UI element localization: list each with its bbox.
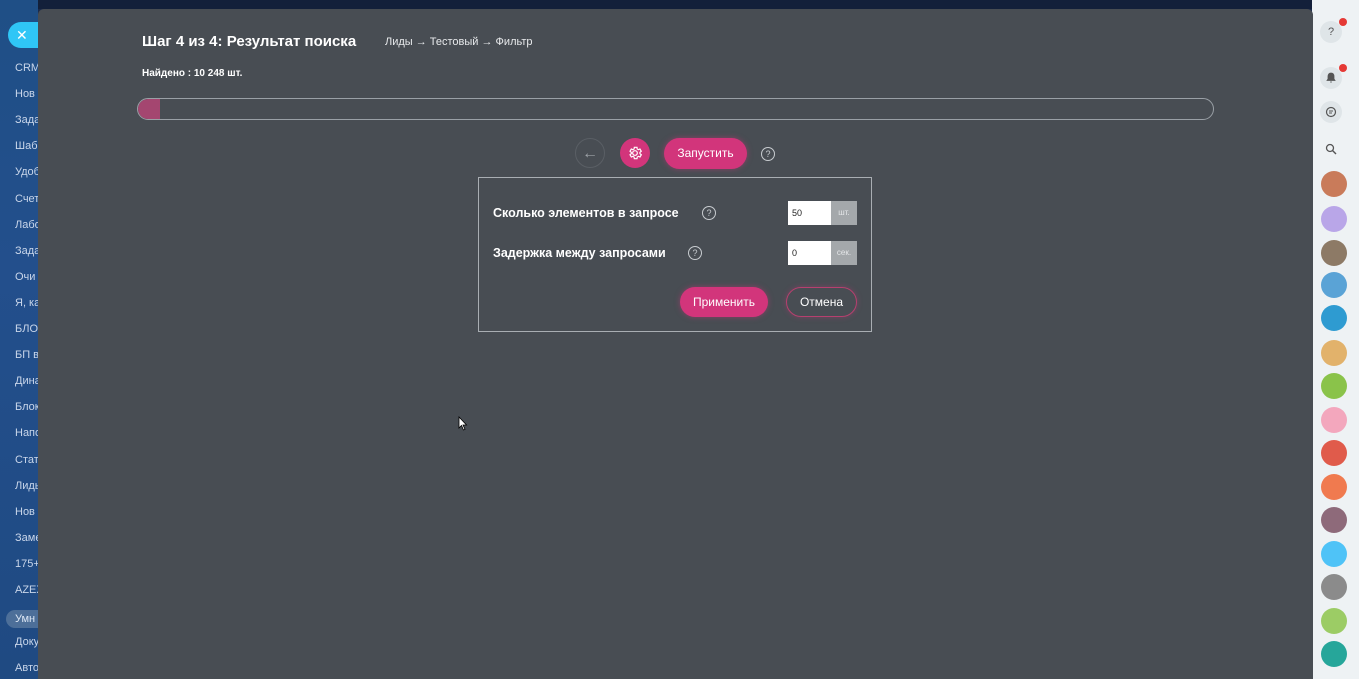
delay-label: Задержка между запросами [493,246,666,260]
left-sidebar: CRM Нов Зада Шаб Удоб Счет Лабо Зада Очи Я, ка БЛО… [0,0,38,679]
avatar[interactable] [1321,407,1347,433]
arrow-left-icon: ← [582,145,598,162]
bell-icon [1326,72,1336,83]
settings-popup: Сколько элементов в запросе ? шт. Задерж… [478,177,872,332]
mouse-cursor-icon [458,416,468,431]
sidebar-item[interactable]: Зада [15,114,38,126]
search-rail-button[interactable] [1320,138,1342,160]
breadcrumb: Лиды → Тестовый → Фильтр [385,36,533,48]
sidebar-item[interactable]: Лиды [15,480,38,492]
progress-fill [138,99,160,119]
search-icon [1325,143,1337,155]
avatar[interactable] [1321,340,1347,366]
delay-input[interactable] [788,241,831,265]
right-rail: ? [1312,0,1359,679]
chat-button[interactable] [1320,101,1342,123]
delay-unit: сек. [831,241,857,265]
sidebar-item[interactable]: Умн [6,610,38,629]
gear-icon [629,146,643,160]
sidebar-item[interactable]: Стат [15,454,38,466]
avatar[interactable] [1321,574,1347,600]
settings-button[interactable] [620,138,650,168]
avatar[interactable] [1321,474,1347,500]
close-icon: ✕ [16,27,28,43]
notifications-button[interactable] [1320,67,1342,89]
help-icon[interactable]: ? [702,206,716,220]
chat-icon [1325,106,1337,118]
sidebar-item[interactable]: БЛО [15,323,38,335]
sidebar-item[interactable]: Напо [15,427,38,439]
notifications-badge [1339,64,1347,72]
back-button[interactable]: ← [575,138,605,168]
sidebar-item[interactable]: Шаб [15,140,38,152]
avatar[interactable] [1321,507,1347,533]
avatar[interactable] [1321,373,1347,399]
batch-unit: шт. [831,201,857,225]
help-icon[interactable]: ? [688,246,702,260]
close-slider-button[interactable]: ✕ [8,22,38,48]
sidebar-item[interactable]: Зада [15,245,38,257]
sidebar-item[interactable]: CRM [15,62,38,74]
apply-button[interactable]: Применить [680,287,768,317]
batch-size-input[interactable] [788,201,831,225]
sidebar-item[interactable]: Лабо [15,219,38,231]
avatar[interactable] [1321,171,1347,197]
found-count: Найдено : 10 248 шт. [142,68,243,79]
sidebar-item[interactable]: Нов [15,506,35,518]
sidebar-item[interactable]: Блок [15,401,38,413]
avatar[interactable] [1321,440,1347,466]
sidebar-item[interactable]: Дина [15,375,38,387]
avatar[interactable] [1321,272,1347,298]
sidebar-item[interactable]: Счет [15,193,38,205]
sidebar-item[interactable]: 175+ [15,558,38,570]
call-avatar[interactable] [1321,641,1347,667]
sidebar-item[interactable]: Доку [15,636,38,648]
sidebar-item[interactable]: Очи [15,271,35,283]
sidebar-item[interactable]: Нов [15,88,35,100]
page-title: Шаг 4 из 4: Результат поиска [142,33,357,50]
sidebar-item[interactable]: Авто [15,662,38,674]
help-rail-button[interactable]: ? [1320,21,1342,43]
sidebar-item[interactable]: Заме [15,532,38,544]
batch-size-label: Сколько элементов в запросе [493,206,679,220]
avatar[interactable] [1321,608,1347,634]
help-icon[interactable]: ? [761,147,775,161]
avatar[interactable] [1321,206,1347,232]
sidebar-item[interactable]: Удоб [15,166,38,178]
cancel-button[interactable]: Отмена [786,287,857,317]
sidebar-item[interactable]: AZEX [15,584,38,596]
avatar[interactable] [1321,240,1347,266]
sidebar-item[interactable]: БП в [15,349,38,361]
avatar[interactable] [1321,305,1347,331]
top-strip [0,0,1359,9]
search-result-slider: Шаг 4 из 4: Результат поиска Лиды → Тест… [38,9,1313,679]
progress-bar [137,98,1214,120]
run-button[interactable]: Запустить [664,138,747,169]
avatar[interactable] [1321,541,1347,567]
sidebar-item[interactable]: Я, ка [15,297,38,309]
help-badge [1339,18,1347,26]
